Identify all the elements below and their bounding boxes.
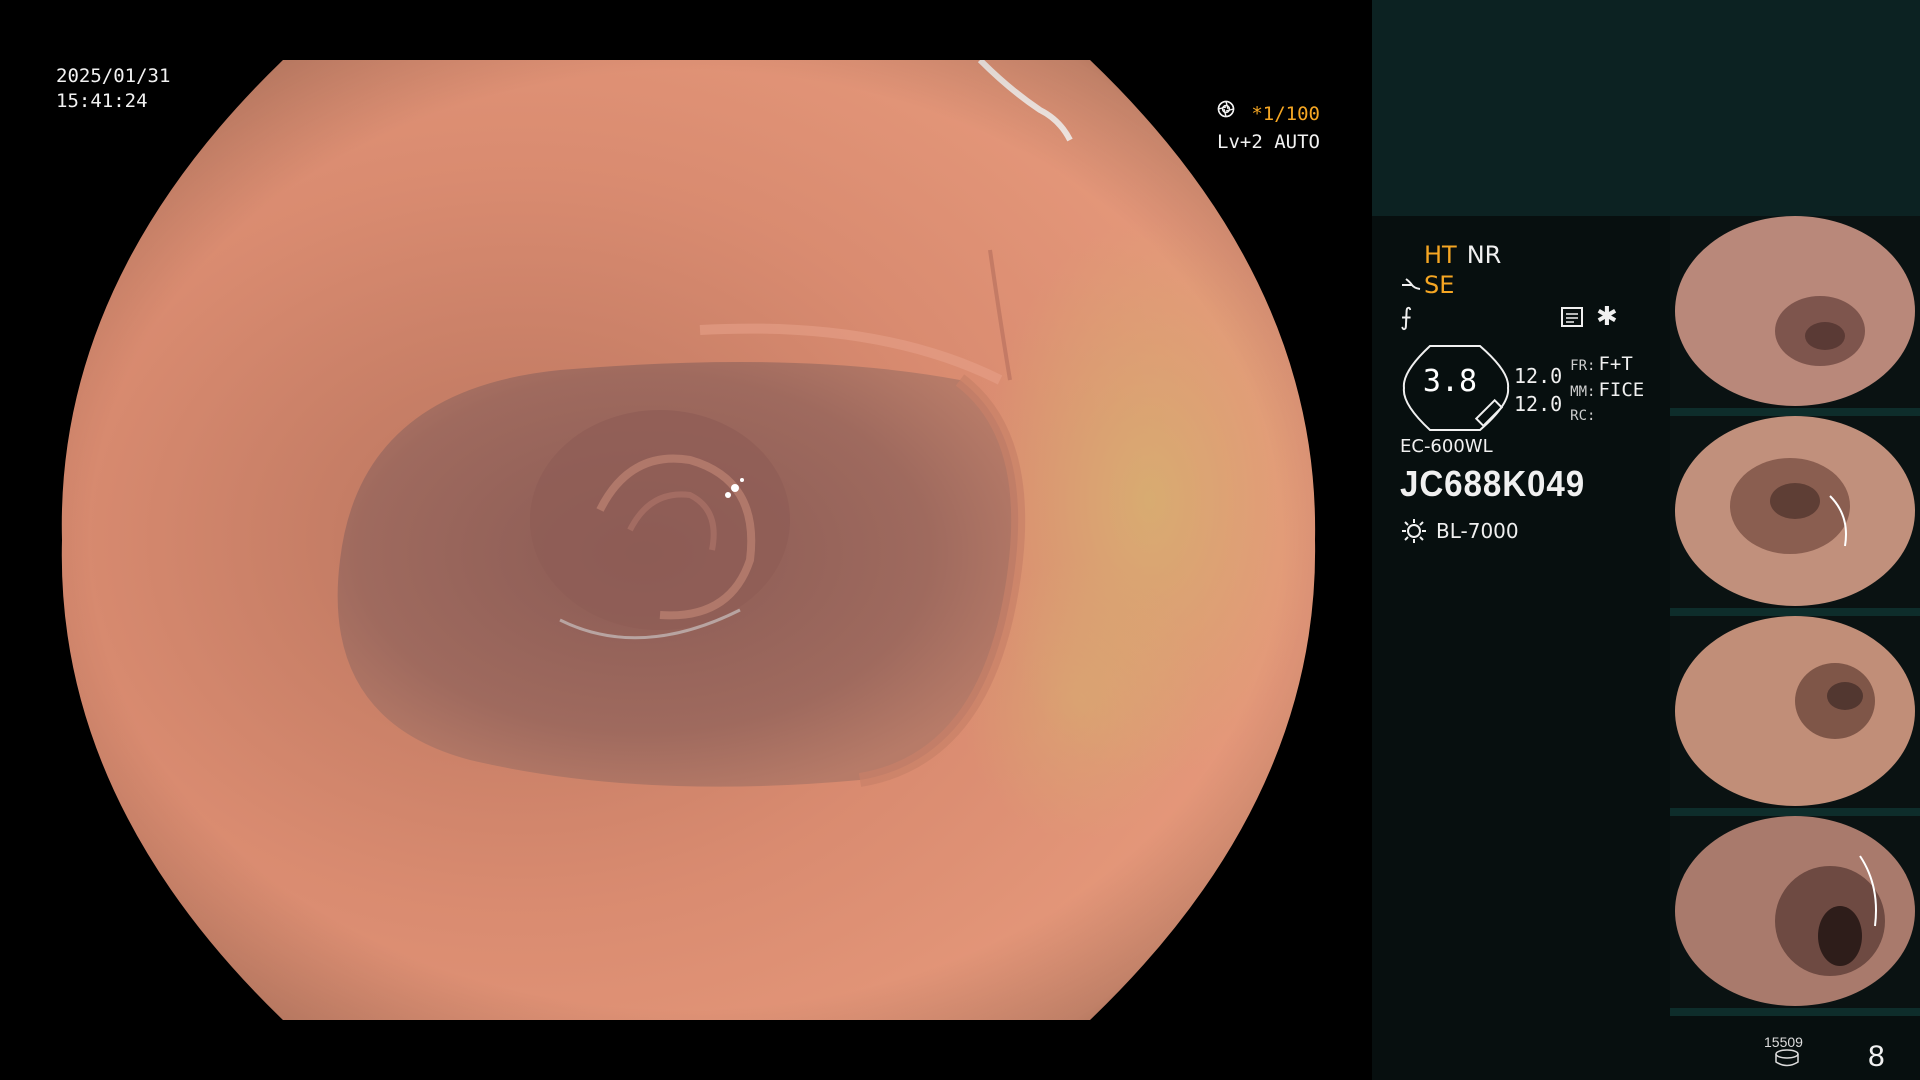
ht-flag: HT	[1424, 241, 1457, 269]
nr-flag: NR	[1466, 241, 1502, 269]
thumbnail-1[interactable]	[1670, 216, 1920, 416]
level-value-1: 12.0	[1514, 364, 1563, 388]
memo-icon	[1561, 307, 1583, 327]
star-icon: ✱	[1596, 302, 1618, 332]
param-value: F+T	[1598, 353, 1633, 375]
time-label: 15:41:24	[56, 90, 148, 112]
param-key: MM:	[1570, 384, 1596, 400]
light-source-icon	[1402, 519, 1426, 543]
timestamp: 2025/01/31 15:41:24	[56, 64, 170, 114]
mode-params: FR: F+T MM: FICE RC:	[1570, 352, 1644, 428]
zoom-gauge: 3.8	[1400, 342, 1512, 432]
image-counter: 15509	[1764, 1034, 1803, 1050]
param-value: FICE	[1598, 379, 1645, 401]
shutter-speed: *1/100	[1251, 103, 1320, 125]
scope-serial: JC688K049	[1400, 463, 1586, 504]
date-label: 2025/01/31	[56, 65, 171, 87]
thumbnail-2[interactable]	[1670, 416, 1920, 616]
param-key: FR:	[1570, 358, 1596, 374]
level-values: 12.0 12.0	[1514, 362, 1562, 418]
endoscope-image	[61, 60, 1316, 1020]
storage-disk-icon	[1775, 1049, 1799, 1067]
level-auto-label: Lv+2 AUTO	[1217, 131, 1320, 153]
freeze-pen-icon: ⨍	[1400, 303, 1413, 331]
capture-count: 8	[1868, 1040, 1885, 1073]
panel-header-area	[1372, 0, 1920, 216]
exposure-overlay: *1/100 Lv+2 AUTO	[1217, 100, 1320, 156]
gauge-value: 3.8	[1422, 364, 1478, 399]
thumbnail-3[interactable]	[1670, 616, 1920, 816]
captured-thumbnails	[1670, 216, 1920, 1016]
se-flag: SE	[1424, 271, 1455, 299]
scope-model: EC-600WL	[1400, 436, 1493, 457]
thumbnail-4[interactable]	[1670, 816, 1920, 1016]
iris-icon	[1217, 100, 1235, 118]
endoscope-view: 2025/01/31 15:41:24 *1/100 Lv+2 AUTO	[0, 0, 1372, 1080]
light-source-label: BL-7000	[1436, 519, 1519, 543]
device-info: HT NR SE ⨍ ✱ 3.8 12.0 12.0 FR: F+T MM: F…	[1400, 240, 1690, 545]
param-key: RC:	[1570, 408, 1596, 424]
info-panel: HT NR SE ⨍ ✱ 3.8 12.0 12.0 FR: F+T MM: F…	[1372, 0, 1920, 1080]
scope-symbol-icon	[1402, 278, 1421, 290]
level-value-2: 12.0	[1514, 392, 1563, 416]
